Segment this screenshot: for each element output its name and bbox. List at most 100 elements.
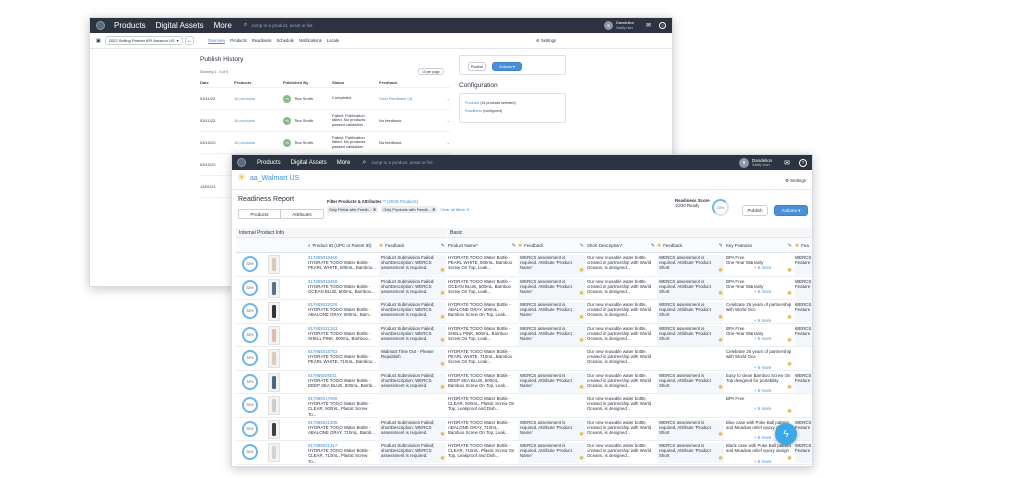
- col-product-name[interactable]: Product Name * ✎: [448, 238, 518, 253]
- filter-chip-fields[interactable]: Only Fields with Feedb... ✕: [327, 206, 379, 213]
- feature-feedback-cell[interactable]: WERCS Feature: [795, 419, 812, 440]
- help-fab[interactable]: ϟ: [775, 423, 797, 445]
- feature-feedback-cell[interactable]: WERCS Feature: [795, 372, 812, 393]
- table-row[interactable]: 33% 817885021343 HYDRATE TOGO Water Bottle…: [236, 324, 812, 347]
- feedback-cell[interactable]: [657, 349, 724, 369]
- feedback-cell[interactable]: [518, 349, 585, 369]
- nav-digital-assets[interactable]: Digital Assets: [291, 160, 327, 166]
- key-features-cell[interactable]: Celebrate 25 years of partnership with W…: [726, 302, 793, 322]
- product-name-cell[interactable]: HYDRATE TOGO Water Bottle - SHELL PINK, …: [448, 326, 516, 346]
- per-page-select[interactable]: 10 per page: [418, 68, 444, 75]
- more-features-link[interactable]: + 5 more: [754, 406, 771, 411]
- feature-feedback-cell[interactable]: WERCS Feature: [795, 443, 812, 463]
- product-thumbnail[interactable]: [268, 278, 280, 298]
- feature-feedback-cell[interactable]: [795, 349, 812, 369]
- col-features-partial[interactable]: ✺ Fea: [795, 238, 812, 253]
- short-description-cell[interactable]: Our new reusable water bottle, created i…: [587, 255, 655, 275]
- row-products-link[interactable]: 16 products: [234, 118, 283, 123]
- chevron-down-icon[interactable]: ⌄: [447, 118, 450, 123]
- key-features-cell[interactable]: Celebrate 25 years of partnership with W…: [726, 349, 793, 369]
- product-name-cell[interactable]: HYDRATE TOGO Water Bottle - PEARL WHITE,…: [448, 255, 516, 275]
- product-thumbnail[interactable]: [268, 443, 280, 462]
- more-features-link[interactable]: + 5 more: [754, 265, 771, 270]
- edit-icon[interactable]: ✎: [651, 243, 655, 249]
- product-thumbnail[interactable]: [268, 396, 280, 415]
- short-description-cell[interactable]: Our new reusable water bottle, created i…: [587, 302, 655, 322]
- short-description-cell[interactable]: Our new reusable water bottle, created i…: [587, 349, 655, 369]
- product-name-cell[interactable]: HYDRATE TOGO Water Bottle - PEARL WHITE,…: [448, 349, 516, 369]
- short-description-cell[interactable]: Our new reusable water bottle, created i…: [587, 443, 655, 463]
- product-name-cell[interactable]: HYDRATE TOGO Water Bottle - OCEAN BLUE, …: [448, 279, 516, 299]
- actions-button[interactable]: Actions ▾: [492, 62, 522, 71]
- feedback-cell[interactable]: WERCS assessment is required. Attribute …: [657, 419, 724, 440]
- feedback-cell[interactable]: Product Submission Failed; shortDescript…: [379, 325, 446, 346]
- product-thumbnail[interactable]: [268, 419, 280, 439]
- product-id-cell[interactable]: 817885022029 HYDRATE TOGO Water Bottle - …: [308, 302, 376, 322]
- settings-link[interactable]: ⚙ Settings: [536, 38, 556, 43]
- feedback-cell[interactable]: WERCS assessment is required. Attribute …: [657, 302, 724, 322]
- col-feedback-3[interactable]: ✺ Feedback ✎: [657, 238, 725, 253]
- more-options-button[interactable]: •••: [184, 36, 194, 45]
- feedback-cell[interactable]: WERCS assessment is required. Attribute …: [657, 325, 724, 346]
- product-name-cell[interactable]: HYDRATE TOGO Water Bottle - CLEAR, 500mL…: [448, 396, 516, 416]
- key-features-cell[interactable]: Easy to clean Bamboo Screw On Top design…: [726, 373, 793, 393]
- notifications-icon[interactable]: ✉: [646, 22, 651, 29]
- feedback-cell[interactable]: Product Submission Failed; shortDescript…: [379, 255, 446, 275]
- key-features-cell[interactable]: BPA Free One-Year Warranty + 5 more ✺: [726, 255, 793, 275]
- nav-products[interactable]: Products: [257, 160, 281, 166]
- col-feedback-2[interactable]: ✺ Feedback ✎: [518, 238, 586, 253]
- row-products-link[interactable]: 16 products: [234, 96, 283, 101]
- product-id-cell[interactable]: 817885021343 HYDRATE TOGO Water Bottle - …: [308, 326, 376, 346]
- table-row[interactable]: 33% 817885022029 HYDRATE TOGO Water Bottle…: [236, 300, 812, 324]
- product-thumbnail[interactable]: [268, 255, 280, 274]
- row-feedback[interactable]: View Feedback (4): [379, 96, 433, 101]
- table-row[interactable]: 33% 817885021317 HYDRATE TOGO Water Bottle…: [236, 441, 812, 465]
- feedback-cell[interactable]: WERCS assessment is required. Attribute …: [657, 443, 724, 463]
- publish-button[interactable]: Publish: [742, 205, 768, 216]
- edit-icon[interactable]: ✎: [580, 243, 584, 249]
- clear-filters[interactable]: Clear all filters ✕: [440, 207, 469, 212]
- feedback-cell[interactable]: WERCS assessment is required. Attribute …: [518, 419, 585, 440]
- row-products-link[interactable]: 16 products: [234, 140, 283, 145]
- col-feedback-1[interactable]: ✺ Feedback ✎: [379, 238, 447, 253]
- edit-icon[interactable]: ✎: [441, 243, 445, 249]
- product-name-cell[interactable]: HYDRATE TOGO Water Bottle - DEEP SEA BLU…: [448, 373, 516, 393]
- close-icon[interactable]: ✕: [373, 207, 376, 212]
- more-features-link[interactable]: + 5 more: [754, 435, 771, 439]
- short-description-cell[interactable]: Our new reusable water bottle, created i…: [587, 396, 655, 416]
- global-search[interactable]: ⌕ Jump to a product, asset or list: [362, 159, 738, 167]
- feedback-cell[interactable]: WERCS assessment is required. Attribute …: [518, 255, 585, 275]
- key-features-cell[interactable]: BPA Free + 5 more ✺: [726, 396, 793, 416]
- config-products-link[interactable]: Products: [465, 101, 479, 105]
- feedback-cell[interactable]: [518, 396, 585, 416]
- product-id-cell[interactable]: 817885018763 HYDRATE TOGO Water Bottle - …: [308, 349, 376, 369]
- nav-more[interactable]: More: [337, 160, 351, 166]
- product-name-cell[interactable]: HYDRATE TOGO Water Bottle - ABALONE GRAY…: [448, 420, 516, 440]
- product-thumbnail[interactable]: [268, 372, 280, 392]
- nav-more[interactable]: More: [214, 21, 232, 30]
- feature-feedback-cell[interactable]: WERCS Feature: [795, 302, 812, 322]
- feedback-cell[interactable]: WERCS assessment is required. Attribute …: [518, 278, 585, 299]
- feedback-cell[interactable]: Product Submission Failed; shortDescript…: [379, 372, 446, 393]
- table-row[interactable]: 33% 817885029011 HYDRATE TOGO Water Bottle…: [236, 371, 812, 394]
- short-description-cell[interactable]: Our new reusable water bottle, created i…: [587, 326, 655, 346]
- product-thumbnail[interactable]: [268, 349, 280, 368]
- key-features-cell[interactable]: BPA Free One-Year Warranty + 5 more ✺: [726, 279, 793, 299]
- feedback-cell[interactable]: Product Submission Failed; shortDescript…: [379, 278, 446, 299]
- config-readiness-link[interactable]: Readiness: [465, 109, 482, 113]
- key-features-cell[interactable]: Black case with Poke Ball pattern and Me…: [726, 443, 793, 463]
- product-id-cell[interactable]: 817885021305 HYDRATE TOGO Water Bottle - …: [308, 420, 376, 440]
- more-features-link[interactable]: + 5 more: [754, 365, 771, 369]
- nav-digital-assets[interactable]: Digital Assets: [156, 21, 204, 30]
- help-icon[interactable]: ?: [799, 158, 807, 167]
- chevron-down-icon[interactable]: ⌄: [447, 140, 450, 145]
- feedback-cell[interactable]: WERCS assessment is required. Attribute …: [657, 372, 724, 393]
- feedback-cell[interactable]: WERCS assessment is required. Attribute …: [657, 278, 724, 299]
- list-selector[interactable]: 2022 Selling Partner API Amazon US ▾: [104, 36, 183, 45]
- more-features-link[interactable]: + 5 more: [754, 388, 771, 392]
- product-id-cell[interactable]: 817885029011 HYDRATE TOGO Water Bottle - …: [308, 373, 376, 393]
- product-name-cell[interactable]: HYDRATE TOGO Water Bottle - CLEAR, 710mL…: [448, 443, 516, 463]
- col-key-features[interactable]: Key Features ✎: [726, 238, 794, 253]
- product-id-cell[interactable]: 817885018466 HYDRATE TOGO Water Bottle - …: [308, 255, 376, 275]
- product-name-cell[interactable]: HYDRATE TOGO Water Bottle - ABALONE GRAY…: [448, 302, 516, 322]
